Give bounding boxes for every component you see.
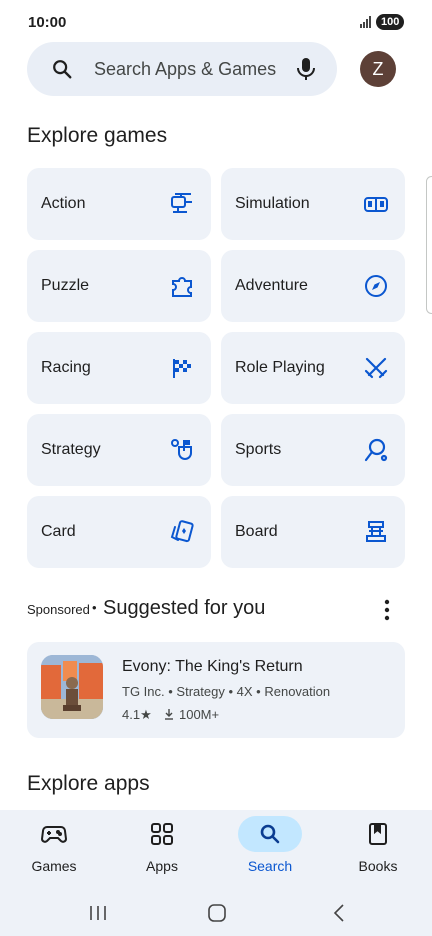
category-label: Role Playing	[235, 359, 325, 376]
system-navigation-bar	[0, 890, 432, 936]
category-racing[interactable]: Racing	[27, 332, 211, 404]
app-tag: Renovation	[264, 684, 331, 699]
bottom-navigation: Games Apps Search Books	[0, 810, 432, 890]
category-label: Adventure	[235, 277, 308, 294]
compass-icon	[365, 275, 387, 297]
category-adventure[interactable]: Adventure	[221, 250, 405, 322]
suggested-app-card[interactable]: Evony: The King's Return TG Inc. • Strat…	[27, 642, 405, 738]
back-icon[interactable]	[328, 902, 352, 924]
search-input[interactable]: Search Apps & Games	[94, 59, 276, 80]
app-name: Evony: The King's Return	[122, 658, 303, 675]
home-icon[interactable]	[205, 902, 229, 924]
search-icon	[260, 824, 280, 844]
category-label: Board	[235, 523, 278, 540]
app-stats: 4.1★ 100M+	[122, 707, 219, 723]
category-label: Card	[41, 523, 76, 540]
nav-label: Games	[31, 858, 77, 874]
strategy-icon	[171, 439, 192, 460]
app-downloads: 100M+	[178, 707, 220, 722]
sponsored-label: Sponsored	[27, 602, 90, 617]
cards-icon	[170, 520, 194, 543]
category-label: Strategy	[41, 441, 101, 458]
category-board[interactable]: Board	[221, 496, 405, 568]
app-tag: 4X	[236, 684, 253, 699]
nav-label: Books	[358, 858, 398, 874]
book-icon	[369, 823, 387, 845]
app-tag: Strategy	[176, 684, 225, 699]
side-scroll-handle[interactable]	[426, 176, 432, 314]
explore-apps-title: Explore apps	[27, 772, 150, 795]
category-strategy[interactable]: Strategy	[27, 414, 211, 486]
category-card[interactable]: Card	[27, 496, 211, 568]
helicopter-icon	[171, 193, 192, 213]
status-bar: 10:00 100	[0, 0, 432, 40]
suggested-header: Sponsored • Suggested for you	[27, 596, 407, 626]
app-icon	[41, 655, 103, 719]
category-label: Racing	[41, 359, 91, 376]
search-bar[interactable]: Search Apps & Games	[27, 42, 337, 96]
more-options-icon[interactable]	[377, 598, 397, 622]
gamepad-icon	[41, 826, 67, 843]
category-label: Puzzle	[41, 277, 90, 294]
app-rating: 4.1★	[122, 707, 152, 722]
category-simulation[interactable]: Simulation	[221, 168, 405, 240]
app-meta: TG Inc. • Strategy • 4X • Renovation	[122, 684, 330, 699]
nav-label: Apps	[146, 858, 178, 874]
download-icon	[165, 709, 174, 720]
category-sports[interactable]: Sports	[221, 414, 405, 486]
simulation-icon	[364, 197, 388, 212]
category-label: Action	[41, 195, 86, 212]
search-icon	[53, 60, 72, 79]
app-artwork-icon	[41, 655, 103, 719]
nav-books[interactable]: Books	[324, 810, 432, 890]
recent-apps-icon[interactable]	[86, 902, 110, 924]
checkered-flag-icon	[173, 359, 191, 378]
category-puzzle[interactable]: Puzzle	[27, 250, 211, 322]
battery-badge: 100	[376, 14, 405, 30]
category-role-playing[interactable]: Role Playing	[221, 332, 405, 404]
puzzle-icon	[172, 277, 192, 297]
suggested-title: Suggested for you	[103, 597, 266, 619]
apps-grid-icon	[151, 823, 173, 845]
microphone-icon[interactable]	[295, 56, 317, 82]
separator-dot: •	[92, 600, 97, 615]
nav-games[interactable]: Games	[0, 810, 108, 890]
explore-games-title: Explore games	[27, 124, 168, 147]
signal-icon	[360, 16, 371, 28]
app-developer: TG Inc.	[122, 684, 165, 699]
nav-apps[interactable]: Apps	[108, 810, 216, 890]
nav-search[interactable]: Search	[216, 810, 324, 890]
board-game-icon	[366, 521, 386, 542]
nav-label: Search	[247, 858, 293, 874]
category-label: Sports	[235, 441, 282, 458]
category-label: Simulation	[235, 195, 310, 212]
separator-dot: •	[228, 684, 237, 699]
status-time: 10:00	[28, 14, 67, 31]
racket-icon	[364, 438, 388, 462]
crossed-swords-icon	[364, 357, 388, 379]
category-action[interactable]: Action	[27, 168, 211, 240]
avatar[interactable]: Z	[360, 51, 396, 87]
